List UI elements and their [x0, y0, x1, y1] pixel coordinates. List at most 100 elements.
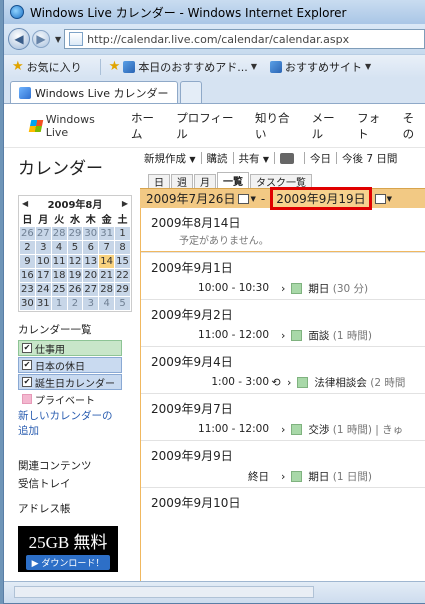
tab-month[interactable]: 月 [194, 174, 216, 189]
fav-item-recommended-sites[interactable]: おすすめサイト ▼ [269, 59, 374, 75]
mini-calendar-day[interactable]: 14 [98, 254, 116, 269]
range-start[interactable]: 2009年7月26日 [146, 190, 235, 207]
mini-calendar-day[interactable]: 2 [66, 296, 84, 311]
mini-calendar-day[interactable]: 9 [19, 254, 36, 269]
mini-calendar-day[interactable]: 4 [50, 240, 68, 255]
calendar-item-holidays[interactable]: ✔ 日本の休日 [18, 357, 122, 373]
mini-calendar-day[interactable]: 21 [98, 268, 116, 283]
history-dropdown-icon[interactable]: ▼ [55, 35, 61, 44]
mini-calendar-day[interactable]: 27 [34, 226, 52, 241]
chevron-down-icon[interactable]: ▼ [387, 195, 392, 203]
range-end[interactable]: 2009年9月19日 [270, 187, 372, 210]
chevron-down-icon[interactable]: ▼ [251, 62, 257, 71]
calendar-item-birthdays[interactable]: ✔ 誕生日カレンダー [18, 374, 122, 390]
tab-week[interactable]: 週 [171, 174, 193, 189]
next-7-days-button[interactable]: 今後 7 日間 [342, 151, 397, 166]
checkbox-checked-icon[interactable]: ✔ [22, 343, 32, 353]
event-row[interactable]: 11:00 - 12:00 › 交渉 (1 時間) | きゅ [141, 418, 425, 440]
mini-calendar-day[interactable]: 5 [114, 296, 131, 311]
mini-calendar-day[interactable]: 26 [19, 226, 36, 241]
mini-calendar-day[interactable]: 3 [82, 296, 100, 311]
mini-calendar-day[interactable]: 3 [34, 240, 52, 255]
mini-calendar-day[interactable]: 5 [66, 240, 84, 255]
forward-button[interactable]: ▶ [32, 30, 50, 48]
tab-tasks[interactable]: タスク一覧 [250, 174, 312, 189]
mini-calendar-day[interactable]: 26 [66, 282, 84, 297]
mini-calendar-day[interactable]: 12 [66, 254, 84, 269]
mini-calendar-day[interactable]: 31 [98, 226, 116, 241]
mini-calendar-day[interactable]: 18 [50, 268, 68, 283]
checkbox-checked-icon[interactable]: ✔ [22, 377, 32, 387]
mini-calendar-day[interactable]: 11 [50, 254, 68, 269]
event-title: 期日 [308, 470, 330, 483]
event-row[interactable]: 11:00 - 12:00 › 面談 (1 時間) [141, 324, 425, 346]
mini-calendar-day[interactable]: 7 [98, 240, 116, 255]
nav-people[interactable]: 知り合い [255, 110, 300, 142]
mini-calendar-day[interactable]: 4 [98, 296, 116, 311]
mini-calendar-day[interactable]: 20 [82, 268, 100, 283]
add-favorite-icon[interactable]: ★ [109, 59, 121, 74]
ad-download-button[interactable]: ▶ ダウンロード！ [25, 555, 111, 570]
tab-day[interactable]: 日 [148, 174, 170, 189]
address-bar[interactable]: http://calendar.live.com/calendar/calend… [64, 29, 425, 49]
mini-calendar-day[interactable]: 6 [82, 240, 100, 255]
share-button[interactable]: 共有 ▼ [239, 151, 270, 166]
chevron-down-icon[interactable]: ▼ [250, 195, 255, 203]
mini-calendar-day[interactable]: 2 [19, 240, 36, 255]
mini-calendar-day[interactable]: 19 [66, 268, 84, 283]
checkbox-checked-icon[interactable]: ✔ [22, 360, 32, 370]
inbox-link[interactable]: 受信トレイ [18, 476, 138, 491]
mini-calendar-day[interactable]: 1 [114, 226, 131, 241]
mini-calendar-day[interactable]: 8 [114, 240, 131, 255]
mini-calendar-day[interactable]: 13 [82, 254, 100, 269]
new-button[interactable]: 新規作成 ▼ [144, 151, 196, 166]
mini-calendar-day[interactable]: 16 [19, 268, 36, 283]
chevron-right-icon: › [281, 328, 286, 342]
mini-calendar-day[interactable]: 17 [34, 268, 52, 283]
mini-calendar-day[interactable]: 15 [114, 254, 131, 269]
chevron-down-icon[interactable]: ▼ [365, 62, 371, 71]
subscribe-button[interactable]: 購読 [207, 151, 228, 166]
nav-more[interactable]: その [403, 110, 425, 142]
calendar-item-private[interactable]: プライベート [18, 391, 122, 407]
mini-calendar-day[interactable]: 28 [50, 226, 68, 241]
event-row[interactable]: 10:00 - 10:30 › 期日 (30 分) [141, 277, 425, 299]
mini-calendar-day[interactable]: 24 [34, 282, 52, 297]
back-button[interactable]: ◀ [8, 28, 30, 50]
event-row[interactable]: 1:00 - 3:00 ⟲ › 法律相談会 (2 時間 [141, 371, 425, 393]
mini-calendar-day[interactable]: 22 [114, 268, 131, 283]
nav-profile[interactable]: プロフィール [176, 110, 243, 142]
mini-calendar-day[interactable]: 30 [19, 296, 36, 311]
windows-live-logo[interactable]: Windows Live [28, 113, 119, 139]
mini-calendar-day[interactable]: 30 [82, 226, 100, 241]
mini-calendar-day[interactable]: 28 [98, 282, 116, 297]
nav-photos[interactable]: フォト [357, 110, 391, 142]
next-month-icon[interactable]: ▶ [122, 199, 128, 208]
calendar-item-work[interactable]: ✔ 仕事用 [18, 340, 122, 356]
mini-calendar-day[interactable]: 31 [34, 296, 52, 311]
ad-banner[interactable]: 25GB 無料 ▶ ダウンロード！ [18, 526, 118, 572]
browser-tab[interactable]: Windows Live カレンダー [10, 81, 178, 103]
contacts-link[interactable]: アドレス帳 [18, 501, 138, 516]
mini-calendar-day[interactable]: 10 [34, 254, 52, 269]
nav-mail[interactable]: メール [312, 110, 346, 142]
today-button[interactable]: 今日 [310, 151, 331, 166]
new-tab-button[interactable] [179, 81, 202, 103]
mini-calendar-day[interactable]: 29 [114, 282, 131, 297]
print-icon[interactable] [280, 152, 294, 164]
prev-month-icon[interactable]: ◀ [22, 199, 28, 208]
fav-item-recommended-addons[interactable]: ★ 本日のおすすめアド... ▼ [109, 59, 260, 75]
mini-calendar-day[interactable]: 27 [82, 282, 100, 297]
nav-home[interactable]: ホーム [131, 110, 164, 142]
mini-calendar-day[interactable]: 1 [50, 296, 68, 311]
mini-calendar-day[interactable]: 25 [50, 282, 68, 297]
event-row[interactable]: 終日 › 期日 (1 日間) [141, 465, 425, 487]
horizontal-scrollbar[interactable] [14, 586, 314, 598]
mini-calendar-day[interactable]: 29 [66, 226, 84, 241]
calendar-picker-icon[interactable] [238, 193, 250, 204]
mini-calendar-day[interactable]: 23 [19, 282, 36, 297]
add-calendar-link[interactable]: 新しいカレンダーの追加 [18, 408, 122, 438]
favorites-button[interactable]: ★ お気に入り [12, 59, 82, 75]
calendar-picker-icon[interactable] [374, 193, 386, 204]
tab-list[interactable]: 一覧 [217, 172, 249, 188]
